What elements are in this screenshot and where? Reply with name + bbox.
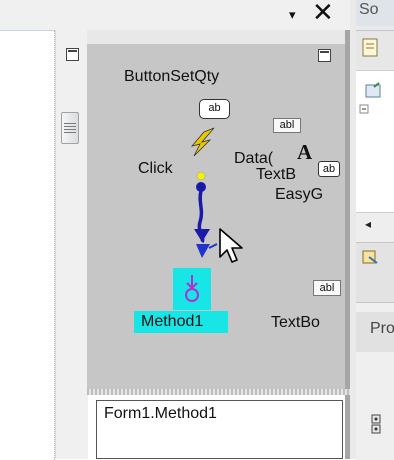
easyg-object-label[interactable]: EasyG <box>275 186 323 204</box>
textbox-control-icon[interactable]: abl <box>313 280 341 296</box>
connector-node[interactable] <box>196 182 206 192</box>
textb-object-label[interactable]: TextB <box>256 166 296 184</box>
scroll-grip-icon <box>64 123 76 133</box>
categorized-icon[interactable] <box>370 413 390 437</box>
connector-start-dot[interactable] <box>196 171 206 181</box>
button-control-icon[interactable]: ab <box>199 99 230 119</box>
document-gutter <box>36 30 55 460</box>
dropdown-arrow-icon[interactable]: ▾ <box>289 7 296 23</box>
method-label[interactable]: Method1 <box>141 313 203 331</box>
title-bar <box>0 0 356 30</box>
vertical-scrollbar[interactable] <box>55 30 88 459</box>
method-node-icon[interactable] <box>180 273 204 305</box>
event-label[interactable]: Click <box>138 160 173 178</box>
minimize-box-icon[interactable] <box>318 49 331 62</box>
secondary-toolbar <box>356 242 394 303</box>
scroll-left-icon[interactable]: ◂ <box>365 217 371 231</box>
panel-title-text: So <box>359 1 379 18</box>
label-control-icon[interactable]: A <box>297 140 312 165</box>
connector-arrow-icon <box>196 244 210 258</box>
output-text: Form1.Method1 <box>104 405 217 422</box>
explorer-toolbar <box>356 30 394 69</box>
close-icon[interactable]: ✕ <box>312 0 334 28</box>
explorer-hscrollbar[interactable] <box>356 212 394 243</box>
textbox-object-label[interactable]: TextBo <box>271 314 320 332</box>
minimize-box-icon[interactable] <box>66 48 79 61</box>
connector-arrow-icon <box>194 229 210 242</box>
button-object-label[interactable]: ButtonSetQty <box>124 68 219 86</box>
properties-header: Pro <box>356 312 394 352</box>
button-control-icon[interactable]: ab <box>318 161 340 177</box>
properties-page-icon[interactable] <box>356 31 394 69</box>
document-margin <box>0 30 36 460</box>
canvas-top-border <box>87 30 351 44</box>
mouse-pointer-icon <box>219 228 243 263</box>
lightning-icon <box>190 127 215 157</box>
pane-splitter[interactable] <box>87 389 350 395</box>
textbox-control-icon[interactable]: abl <box>273 118 301 133</box>
class-view-icon[interactable] <box>356 243 394 273</box>
solution-explorer-title[interactable]: So <box>356 0 394 26</box>
explorer-tree[interactable] <box>356 70 394 213</box>
properties-title: Pro <box>370 320 394 337</box>
tree-node-icon[interactable] <box>356 71 394 213</box>
